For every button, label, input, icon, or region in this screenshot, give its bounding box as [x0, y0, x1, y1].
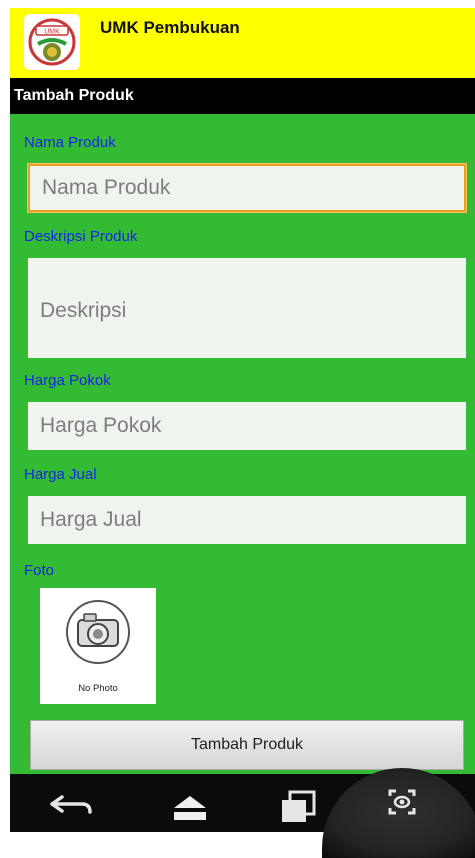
cost-price-label: Harga Pokok [24, 372, 111, 389]
back-icon [50, 795, 92, 814]
screenshot-icon [388, 789, 416, 815]
no-photo-text: No Photo [78, 683, 118, 694]
svg-text:UMK: UMK [44, 29, 60, 36]
cost-price-input[interactable] [28, 402, 466, 450]
recent-apps-icon [282, 790, 316, 822]
recent-apps-button[interactable] [268, 774, 328, 832]
sell-price-label: Harga Jual [24, 466, 97, 483]
back-button[interactable] [40, 774, 100, 832]
camera-icon: No Photo [66, 600, 130, 694]
product-description-label: Deskripsi Produk [24, 228, 138, 245]
photo-label: Foto [24, 562, 55, 579]
section-header: Tambah Produk [10, 78, 475, 114]
system-navbar [10, 768, 475, 858]
product-name-label: Nama Produk [24, 134, 116, 151]
home-button[interactable] [160, 774, 220, 832]
app-title: UMK Pembukuan [100, 18, 240, 37]
add-product-button[interactable]: Tambah Produk [30, 720, 464, 770]
product-form: Nama Produk Deskripsi Produk Harga Pokok… [10, 114, 475, 774]
screenshot-button[interactable] [372, 774, 432, 832]
app-header: UMK UMK Pembukuan [10, 8, 475, 78]
home-icon [174, 796, 206, 820]
app-logo-icon[interactable]: UMK [24, 14, 80, 70]
section-title: Tambah Produk [14, 87, 134, 104]
product-photo[interactable]: No Photo [40, 588, 156, 704]
product-description-input[interactable] [28, 258, 466, 358]
sell-price-input[interactable] [28, 496, 466, 544]
product-name-input[interactable] [28, 164, 466, 212]
